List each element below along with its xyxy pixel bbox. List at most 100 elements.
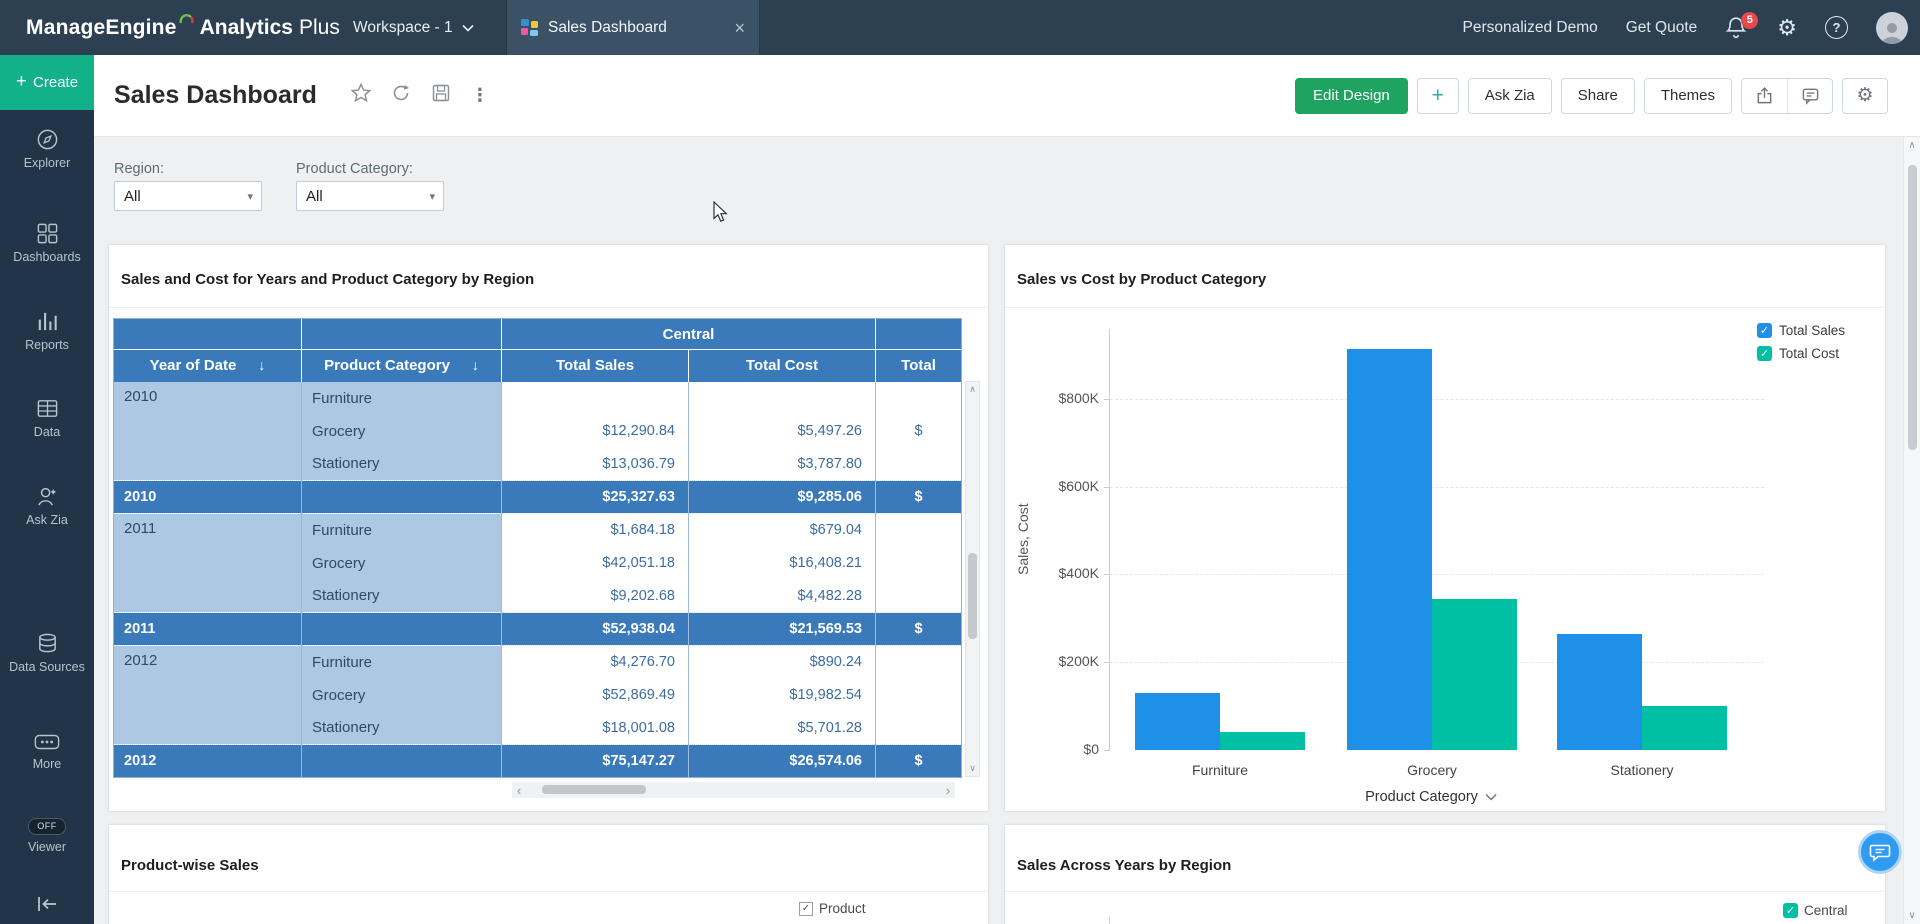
- get-quote-link[interactable]: Get Quote: [1626, 19, 1698, 37]
- region-header: Central: [502, 319, 876, 350]
- chevron-down-icon: [1485, 793, 1497, 801]
- col-header-category[interactable]: Product Category↓: [302, 350, 502, 382]
- checkbox-checked-icon[interactable]: ✓: [1783, 903, 1798, 918]
- legend-item-total-sales[interactable]: ✓ Total Sales: [1757, 323, 1845, 338]
- gridline: [1110, 574, 1764, 575]
- topbar-right: Personalized Demo Get Quote 5 ⚙ ?: [1462, 0, 1908, 55]
- page-title: Sales Dashboard: [114, 81, 317, 110]
- sidebar-item-explorer[interactable]: Explorer: [0, 128, 94, 172]
- chart-panel: Sales vs Cost by Product Category ✓ Tota…: [1004, 244, 1886, 812]
- viewer-off-pill[interactable]: OFF: [28, 818, 66, 835]
- chevron-down-icon: ▾: [247, 190, 253, 203]
- scrollbar-thumb[interactable]: [1908, 165, 1917, 450]
- chart-panel-title: Sales vs Cost by Product Category: [1017, 271, 1266, 288]
- sort-down-icon[interactable]: ↓: [258, 357, 265, 373]
- divider: [109, 307, 988, 308]
- data-table-icon: [36, 397, 59, 420]
- chat-assistant-button[interactable]: [1858, 830, 1902, 874]
- workspace-switcher[interactable]: Workspace - 1: [353, 0, 474, 55]
- tab-sales-dashboard[interactable]: Sales Dashboard ×: [506, 0, 760, 55]
- category-filter-label: Product Category:: [296, 161, 413, 177]
- x-axis-title-dropdown[interactable]: Product Category: [1365, 789, 1497, 805]
- sales-across-years-panel: Sales Across Years by Region ✓ Central: [1004, 824, 1886, 924]
- sidebar-item-data[interactable]: Data: [0, 397, 94, 441]
- y-tick-label: $200K: [1035, 653, 1099, 669]
- scroll-right-icon[interactable]: ›: [941, 784, 955, 797]
- close-icon[interactable]: ×: [734, 19, 745, 37]
- bar-furniture-cost[interactable]: [1220, 732, 1305, 750]
- comments-icon[interactable]: [1787, 79, 1832, 113]
- col-header-next[interactable]: Total: [876, 350, 962, 382]
- y-axis-title: Sales, Cost: [1015, 329, 1031, 750]
- checkbox-checked-icon[interactable]: ✓: [799, 902, 813, 916]
- ask-zia-icon: [36, 485, 59, 508]
- export-icon[interactable]: [1742, 79, 1787, 113]
- more-icon: [34, 732, 60, 752]
- bar-stationery-sales[interactable]: [1557, 634, 1642, 750]
- col-header-cost[interactable]: Total Cost: [689, 350, 876, 382]
- viewer-toggle[interactable]: OFF Viewer: [0, 818, 94, 856]
- region-filter-dropdown[interactable]: All ▾: [114, 181, 262, 211]
- bar-grocery-cost[interactable]: [1432, 599, 1517, 750]
- create-button[interactable]: + Create: [0, 55, 94, 110]
- sort-down-icon[interactable]: ↓: [472, 357, 479, 373]
- table-row: 2012 Furniture $4,276.70 $890.24: [114, 646, 962, 679]
- ask-zia-button[interactable]: Ask Zia: [1468, 78, 1552, 114]
- user-avatar[interactable]: [1876, 12, 1908, 44]
- divider: [1005, 891, 1885, 892]
- bar-stationery-cost[interactable]: [1642, 706, 1727, 750]
- pivot-table: Central Year of Date↓ Product Category↓ …: [113, 318, 962, 778]
- sidebar-item-data-sources[interactable]: Data Sources: [0, 632, 94, 676]
- topbar: ManageEngine Analytics Plus Workspace - …: [0, 0, 1920, 55]
- scrollbar-thumb[interactable]: [542, 785, 646, 794]
- save-icon[interactable]: [431, 83, 451, 108]
- scroll-down-icon[interactable]: ∨: [966, 763, 979, 774]
- region-filter-value: All: [124, 188, 141, 205]
- col-header-sales[interactable]: Total Sales: [502, 350, 689, 382]
- page-scrollbar[interactable]: ∧ ∨: [1903, 137, 1920, 924]
- notification-count-badge: 5: [1741, 12, 1758, 29]
- refresh-icon[interactable]: [391, 83, 411, 108]
- table-row: 2011 Furniture $1,684.18 $679.04: [114, 514, 962, 547]
- settings-gear-icon[interactable]: ⚙: [1777, 17, 1797, 39]
- legend-item-central[interactable]: ✓ Central: [1783, 903, 1848, 918]
- sidebar-collapse-button[interactable]: [0, 895, 94, 918]
- sidebar-item-dashboards[interactable]: Dashboards: [0, 222, 94, 266]
- help-icon[interactable]: ?: [1825, 16, 1848, 39]
- table-vertical-scrollbar[interactable]: ∧ ∨: [965, 381, 980, 777]
- more-options-kebab-icon[interactable]: ⋮: [471, 85, 489, 106]
- legend-item-product[interactable]: ✓ Product: [799, 901, 866, 916]
- reports-icon: [36, 310, 59, 333]
- bar-furniture-sales[interactable]: [1135, 693, 1220, 750]
- dashboard-settings-button[interactable]: ⚙: [1842, 78, 1888, 114]
- chart-plot-area: Furniture Grocery Stationery Product Cat…: [1109, 329, 1764, 750]
- scrollbar-thumb[interactable]: [968, 553, 977, 639]
- personalized-demo-link[interactable]: Personalized Demo: [1462, 19, 1597, 37]
- col-header-year[interactable]: Year of Date↓: [114, 350, 302, 382]
- chevron-down-icon: [462, 19, 474, 37]
- bar-grocery-sales[interactable]: [1347, 349, 1432, 750]
- sidebar-item-more[interactable]: More: [0, 732, 94, 773]
- add-widget-button[interactable]: +: [1417, 78, 1459, 114]
- scroll-up-icon[interactable]: ∧: [966, 384, 979, 395]
- table-horizontal-scrollbar[interactable]: ‹ ›: [512, 782, 955, 798]
- axis-stub: [1109, 917, 1110, 924]
- brand-manageengine: ManageEngine: [26, 16, 177, 40]
- category-filter-dropdown[interactable]: All ▾: [296, 181, 444, 211]
- title-actions: ⋮: [351, 83, 489, 108]
- favorite-star-icon[interactable]: [351, 83, 371, 108]
- main-content: Sales Dashboard ⋮ Edit Design + Ask Zia …: [94, 55, 1920, 924]
- y-tick-label: $800K: [1035, 390, 1099, 406]
- sidebar-item-reports[interactable]: Reports: [0, 310, 94, 354]
- legend-item-total-cost[interactable]: ✓ Total Cost: [1757, 346, 1845, 361]
- divider: [109, 891, 988, 892]
- table-row: 2010 Furniture: [114, 382, 962, 415]
- scroll-up-icon[interactable]: ∧: [1904, 140, 1920, 151]
- sidebar-item-ask-zia[interactable]: Ask Zia: [0, 485, 94, 529]
- scroll-left-icon[interactable]: ‹: [512, 784, 526, 797]
- themes-button[interactable]: Themes: [1644, 78, 1732, 114]
- scroll-down-icon[interactable]: ∨: [1904, 910, 1920, 921]
- notifications-bell-icon[interactable]: 5: [1725, 16, 1749, 40]
- share-button[interactable]: Share: [1561, 78, 1635, 114]
- edit-design-button[interactable]: Edit Design: [1295, 78, 1408, 114]
